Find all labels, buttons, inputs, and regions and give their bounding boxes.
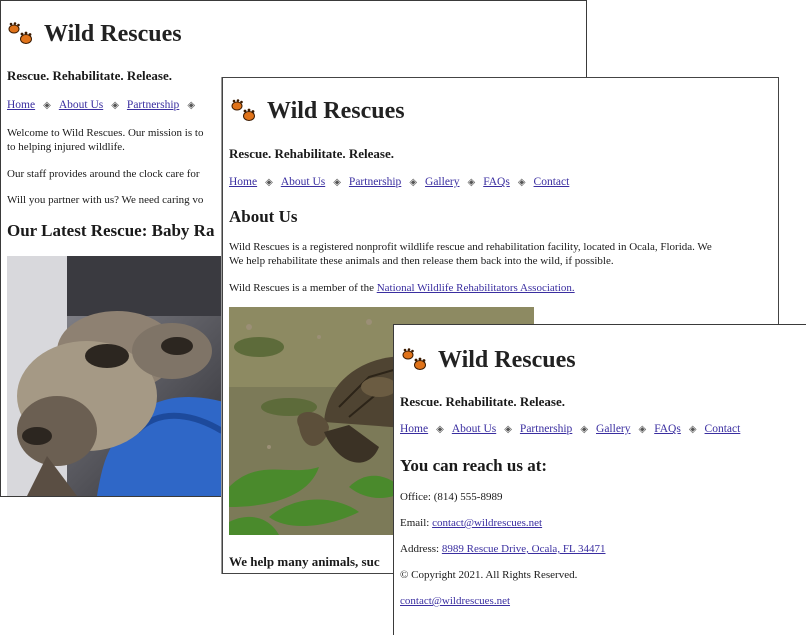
diamond-icon: ◈ <box>265 177 273 188</box>
site-header: Wild Rescues <box>8 21 182 48</box>
intro-text-cont: to helping injured wildlife. <box>7 141 125 153</box>
email-line: Email: contact@wildrescues.net <box>400 516 542 530</box>
diamond-icon: ◈ <box>436 424 444 435</box>
copyright-text: © Copyright 2021. All Rights Reserved. <box>400 569 578 581</box>
nav-about-link[interactable]: About Us <box>59 99 103 111</box>
about-heading: About Us <box>229 207 298 226</box>
site-title: Wild Rescues <box>44 21 182 47</box>
email-link[interactable]: contact@wildrescues.net <box>432 517 542 529</box>
nav-faqs-link[interactable]: FAQs <box>654 423 681 435</box>
tagline: Rescue. Rehabilitate. Release. <box>400 394 565 409</box>
main-nav: Home ◈ About Us ◈ Partnership ◈ Gallery ◈ FAQs ◈ C… <box>400 423 740 435</box>
paw-prints-icon <box>8 21 32 44</box>
email-label: Email: <box>400 517 433 529</box>
contact-page-window: Wild Rescues Rescue. Rehabilitate. Relea… <box>393 324 806 635</box>
diamond-icon: ◈ <box>43 100 51 111</box>
nav-faqs-link[interactable]: FAQs <box>483 176 510 188</box>
paw-prints-icon <box>402 347 426 370</box>
nav-partnership-link[interactable]: Partnership <box>520 423 572 435</box>
diamond-icon: ◈ <box>409 177 418 188</box>
nav-partnership-link[interactable]: Partnership <box>127 99 179 111</box>
nav-home-link[interactable]: Home <box>7 99 35 111</box>
about-text-cont: We help rehabilitate these animals and t… <box>229 255 614 267</box>
site-title: Wild Rescues <box>267 98 405 124</box>
diamond-icon: ◈ <box>467 177 476 188</box>
office-phone: Office: (814) 555-8989 <box>400 491 503 503</box>
raccoon-photo <box>7 256 237 496</box>
diamond-icon: ◈ <box>333 177 341 188</box>
intro-text: Welcome to Wild Rescues. Our mission is … <box>7 127 204 139</box>
diamond-icon: ◈ <box>638 424 647 435</box>
membership-text: Wild Rescues is a member of the <box>229 282 377 294</box>
paw-prints-icon <box>231 98 255 121</box>
footer-email-link[interactable]: contact@wildrescues.net <box>400 595 510 607</box>
nav-contact-link[interactable]: Contact <box>705 423 741 435</box>
address-line: Address: 8989 Rescue Drive, Ocala, FL 34… <box>400 542 606 556</box>
nav-partnership-link[interactable]: Partnership <box>349 176 401 188</box>
about-text: Wild Rescues is a registered nonprofit w… <box>229 241 712 253</box>
about-paragraph: Wild Rescues is a registered nonprofit w… <box>229 240 774 268</box>
nav-gallery-link[interactable]: Gallery <box>596 423 630 435</box>
address-link[interactable]: 8989 Rescue Drive, Ocala, FL 34471 <box>442 543 606 555</box>
tagline: Rescue. Rehabilitate. Release. <box>7 68 172 83</box>
nav-about-link[interactable]: About Us <box>452 423 496 435</box>
diamond-icon: ◈ <box>111 100 119 111</box>
animals-heading: We help many animals, suc <box>229 554 380 569</box>
diamond-icon: ◈ <box>187 100 196 111</box>
site-header: Wild Rescues <box>402 347 576 374</box>
footer-email-line: contact@wildrescues.net <box>400 594 510 608</box>
diamond-icon: ◈ <box>688 424 697 435</box>
site-title: Wild Rescues <box>438 347 576 373</box>
nav-gallery-link[interactable]: Gallery <box>425 176 459 188</box>
contact-heading: You can reach us at: <box>400 456 548 475</box>
nav-contact-link[interactable]: Contact <box>534 176 570 188</box>
main-nav: Home ◈ About Us ◈ Partnership ◈ <box>7 99 203 111</box>
nwra-link[interactable]: National Wildlife Rehabilitators Associa… <box>377 282 575 294</box>
site-header: Wild Rescues <box>231 98 405 125</box>
latest-rescue-heading: Our Latest Rescue: Baby Ra <box>7 221 215 240</box>
membership-paragraph: Wild Rescues is a member of the National… <box>229 281 575 295</box>
main-nav: Home ◈ About Us ◈ Partnership ◈ Gallery ◈ FAQs ◈ C… <box>229 176 569 188</box>
diamond-icon: ◈ <box>517 177 526 188</box>
address-label: Address: <box>400 543 442 555</box>
nav-about-link[interactable]: About Us <box>281 176 325 188</box>
diamond-icon: ◈ <box>504 424 512 435</box>
diamond-icon: ◈ <box>580 424 589 435</box>
nav-home-link[interactable]: Home <box>400 423 428 435</box>
tagline: Rescue. Rehabilitate. Release. <box>229 146 394 161</box>
nav-home-link[interactable]: Home <box>229 176 257 188</box>
